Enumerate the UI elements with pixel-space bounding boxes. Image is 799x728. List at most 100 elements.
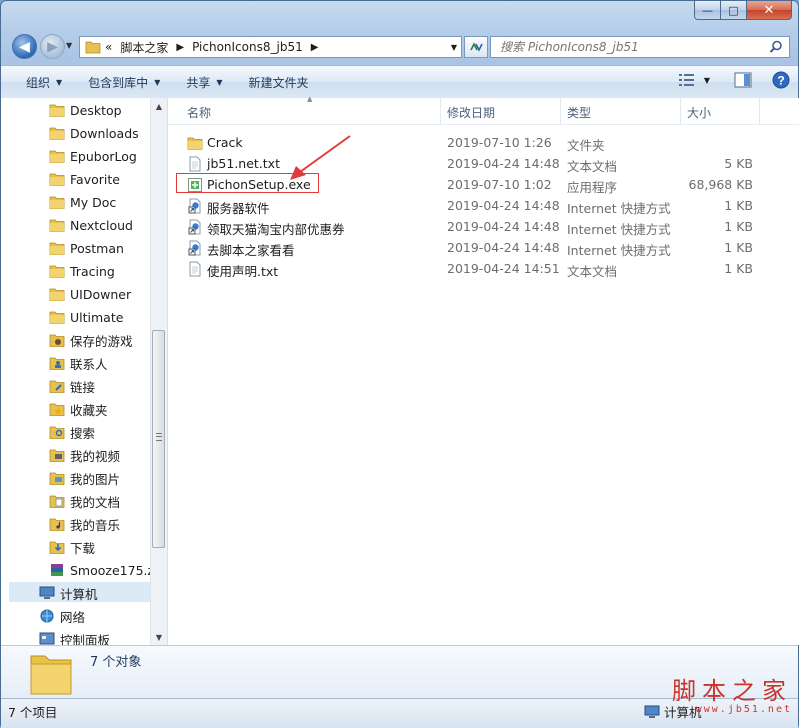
change-view-button[interactable]: ▼ bbox=[678, 73, 710, 87]
nav-item[interactable]: Nextcloud bbox=[49, 215, 133, 235]
nav-item[interactable]: 收藏夹 bbox=[49, 399, 108, 419]
favorites-icon bbox=[49, 401, 65, 417]
music-icon bbox=[49, 516, 65, 532]
search-box[interactable] bbox=[490, 36, 790, 58]
folder-icon bbox=[49, 194, 65, 210]
nav-item-label: Desktop bbox=[70, 102, 122, 118]
new-folder-button[interactable]: 新建文件夹 bbox=[236, 74, 322, 91]
file-row[interactable]: 领取天猫淘宝内部优惠券 2019-04-24 14:48 Internet 快捷方式… bbox=[168, 216, 799, 237]
nav-item[interactable]: Downloads bbox=[49, 123, 139, 143]
file-name: 使用声明.txt bbox=[207, 264, 279, 279]
help-icon[interactable]: ? bbox=[772, 71, 790, 89]
search-icon[interactable] bbox=[769, 40, 783, 54]
preview-pane-icon[interactable] bbox=[734, 72, 752, 88]
column-header-size[interactable]: 大小 bbox=[687, 104, 711, 121]
file-row[interactable]: 去脚本之家看看 2019-04-24 14:48 Internet 快捷方式 1 KB bbox=[168, 237, 799, 258]
include-library-menu[interactable]: 包含到库中 ▼ bbox=[75, 74, 173, 91]
breadcrumb-separator-icon[interactable]: ▶ bbox=[176, 42, 184, 53]
breadcrumb-overflow[interactable]: « bbox=[105, 40, 112, 54]
forward-button[interactable]: ▶ bbox=[40, 34, 65, 59]
minimize-button[interactable]: — bbox=[694, 1, 721, 20]
breadcrumb-item[interactable]: PichonIcons8_jb51 bbox=[192, 40, 303, 54]
nav-item[interactable]: 计算机 bbox=[39, 583, 98, 603]
explorer-window: — □ ✕ ◀ ▶ ▼ « 脚本之家 ▶ PichonIcons8_jb51 ▶… bbox=[0, 0, 799, 728]
contacts-icon bbox=[49, 355, 65, 371]
file-type: 文本文档 bbox=[567, 264, 618, 279]
navigation-pane: Desktop Downloads EpuborLog Favorite My Doc N… bbox=[1, 98, 168, 645]
nav-item[interactable]: Tracing bbox=[49, 261, 115, 281]
maximize-button[interactable]: □ bbox=[721, 1, 747, 20]
nav-item[interactable]: 我的图片 bbox=[49, 468, 120, 488]
breadcrumb-separator-icon[interactable]: ▶ bbox=[311, 42, 319, 53]
close-button[interactable]: ✕ bbox=[747, 1, 792, 20]
nav-item[interactable]: 我的视频 bbox=[49, 445, 120, 465]
file-list-pane: ▲ 名称 修改日期 类型 大小 Crack 2019-07-10 1:26 文件夹 j… bbox=[168, 95, 799, 645]
nav-item-label: 我的文档 bbox=[70, 494, 121, 510]
sort-ascending-icon: ▲ bbox=[307, 95, 313, 103]
control-panel-icon bbox=[39, 631, 55, 645]
nav-item[interactable]: EpuborLog bbox=[49, 146, 137, 166]
file-date: 2019-04-24 14:48 bbox=[447, 198, 560, 213]
address-row: ◀ ▶ ▼ « 脚本之家 ▶ PichonIcons8_jb51 ▶ ▼ bbox=[9, 34, 790, 60]
nav-item[interactable]: 我的文档 bbox=[49, 491, 120, 511]
file-row[interactable]: jb51.net.txt 2019-04-24 14:48 文本文档 5 KB bbox=[168, 153, 799, 174]
nav-item[interactable]: 网络 bbox=[39, 606, 85, 626]
address-dropdown-icon[interactable]: ▼ bbox=[451, 43, 457, 52]
nav-item[interactable]: UIDowner bbox=[49, 284, 131, 304]
details-view-icon bbox=[678, 74, 694, 86]
file-row[interactable]: Crack 2019-07-10 1:26 文件夹 bbox=[168, 132, 799, 153]
nav-item[interactable]: Favorite bbox=[49, 169, 120, 189]
nav-item[interactable]: My Doc bbox=[49, 192, 116, 212]
scrollbar-thumb[interactable] bbox=[152, 330, 165, 548]
folder-icon bbox=[49, 309, 65, 325]
scroll-up-icon[interactable]: ▲ bbox=[151, 98, 167, 114]
refresh-button[interactable] bbox=[464, 36, 488, 58]
item-count-text: 7 个对象 bbox=[90, 655, 142, 670]
breadcrumb-item[interactable]: 脚本之家 bbox=[120, 39, 168, 56]
nav-item[interactable]: 我的音乐 bbox=[49, 514, 120, 534]
nav-item[interactable]: Desktop bbox=[49, 100, 122, 120]
nav-item[interactable]: Postman bbox=[49, 238, 124, 258]
nav-item[interactable]: 保存的游戏 bbox=[49, 330, 133, 350]
scroll-down-icon[interactable]: ▼ bbox=[151, 629, 167, 645]
column-header-name[interactable]: 名称 bbox=[187, 104, 211, 121]
nav-item[interactable]: 搜索 bbox=[49, 422, 95, 442]
documents-icon bbox=[49, 493, 65, 509]
nav-item[interactable]: 链接 bbox=[49, 376, 95, 396]
file-type: 应用程序 bbox=[567, 180, 618, 195]
nav-item[interactable]: 联系人 bbox=[49, 353, 108, 373]
nav-item[interactable]: 下载 bbox=[49, 537, 95, 557]
chevron-down-icon[interactable]: ▼ bbox=[704, 76, 710, 85]
organize-menu[interactable]: 组织 ▼ bbox=[1, 74, 75, 91]
new-folder-label: 新建文件夹 bbox=[248, 75, 309, 90]
share-menu[interactable]: 共享 ▼ bbox=[173, 74, 235, 91]
file-size: 1 KB bbox=[724, 240, 753, 255]
address-bar[interactable]: « 脚本之家 ▶ PichonIcons8_jb51 ▶ ▼ bbox=[79, 36, 462, 58]
folder-icon bbox=[49, 171, 65, 187]
recent-pages-dropdown[interactable]: ▼ bbox=[66, 41, 72, 50]
nav-item-label: UIDowner bbox=[70, 286, 132, 302]
column-header-type[interactable]: 类型 bbox=[567, 104, 591, 121]
file-row[interactable]: 使用声明.txt 2019-04-24 14:51 文本文档 1 KB bbox=[168, 258, 799, 279]
folder-icon bbox=[49, 263, 65, 279]
nav-item[interactable]: 控制面板 bbox=[39, 629, 110, 645]
nav-item[interactable]: Ultimate bbox=[49, 307, 123, 327]
chevron-down-icon: ▼ bbox=[154, 77, 161, 87]
nav-item-label: Downloads bbox=[70, 125, 139, 141]
url-shortcut-icon bbox=[187, 240, 203, 256]
search-input[interactable] bbox=[498, 39, 762, 55]
file-row[interactable]: 服务器软件 2019-04-24 14:48 Internet 快捷方式 1 KB bbox=[168, 195, 799, 216]
computer-icon bbox=[644, 705, 660, 718]
column-header-date[interactable]: 修改日期 bbox=[447, 104, 495, 121]
nav-item[interactable]: Smooze175.zi bbox=[49, 560, 158, 580]
folder-icon bbox=[30, 655, 72, 695]
nav-item-label: EpuborLog bbox=[70, 148, 137, 164]
back-button[interactable]: ◀ bbox=[12, 34, 37, 59]
file-type: 文件夹 bbox=[567, 138, 605, 153]
nav-item-label: 我的图片 bbox=[70, 471, 121, 487]
nav-scrollbar[interactable]: ▲ ▼ bbox=[150, 98, 167, 645]
network-icon bbox=[39, 608, 55, 624]
watermark-url: www.jb51.net bbox=[695, 704, 792, 715]
file-size: 1 KB bbox=[724, 219, 753, 234]
nav-item-label: Smooze175.zi bbox=[70, 562, 158, 578]
